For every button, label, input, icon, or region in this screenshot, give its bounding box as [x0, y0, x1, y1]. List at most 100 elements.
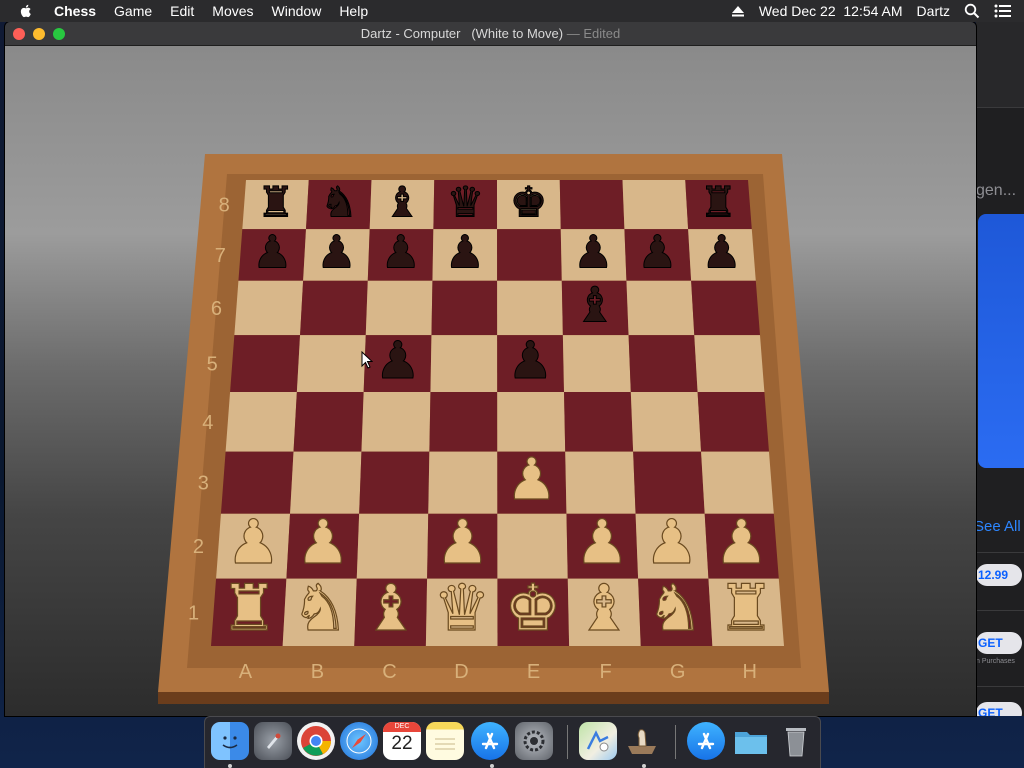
board-square-g4[interactable]: [630, 392, 702, 452]
launchpad-icon[interactable]: [254, 722, 292, 760]
black-bishop-c8[interactable]: ♝: [383, 177, 422, 227]
board-square-a4[interactable]: [225, 392, 297, 452]
chess-icon[interactable]: [623, 722, 661, 760]
board-square-d3[interactable]: [428, 451, 498, 514]
chess-scene: 87654321ABCDEFGH ♜ ♞ ♝ ♛ ♚ ♜ ♟ ♟ ♟ ♟ ♟ ♟ ♟ ♝ ♟ ♟ ♟ ♟ ♟ ♟ ♟ ♟ ♟…: [5, 46, 976, 716]
rank-label: 8: [219, 195, 230, 217]
black-pawn-f7[interactable]: ♟: [573, 225, 614, 279]
board-square-d4[interactable]: [429, 392, 498, 452]
menu-chess[interactable]: Chess: [54, 3, 96, 19]
board-square-d6[interactable]: [431, 280, 498, 336]
board-square-e4[interactable]: [497, 392, 566, 452]
board-square-b5[interactable]: [296, 335, 366, 393]
white-pawn-a2[interactable]: ♟: [225, 508, 281, 579]
board-square-c3[interactable]: [359, 451, 430, 514]
chess-board[interactable]: 87654321A B C D E F G H ♜ ♞ ♝ ♛ ♚ ♜♟ ♟ ♟ ♟ ♟ ♟ ♟♝♟ ♟♟♟ ♟ ♟ ♟ ♟ ♟…: [5, 46, 976, 716]
chrome-icon[interactable]: [297, 722, 335, 760]
board-square-e7[interactable]: [497, 229, 562, 281]
black-king-e8[interactable]: ♚: [509, 177, 548, 227]
price-button[interactable]: 12.99: [976, 564, 1022, 586]
board-square-h3[interactable]: [701, 451, 774, 514]
white-bishop-f1[interactable]: ♝: [575, 572, 634, 647]
board-square-g3[interactable]: [633, 451, 705, 514]
board-square-b4[interactable]: [293, 392, 364, 452]
app-store-downloads-icon[interactable]: [687, 722, 725, 760]
board-square-g8[interactable]: [622, 180, 689, 230]
app-store-feature-card[interactable]: [978, 214, 1024, 468]
safari-icon[interactable]: [340, 722, 378, 760]
menu-edit[interactable]: Edit: [170, 3, 194, 19]
board-square-b3[interactable]: [290, 451, 362, 514]
system-preferences-icon[interactable]: [515, 722, 553, 760]
board-square-g5[interactable]: [628, 335, 698, 393]
black-queen-d8[interactable]: ♛: [446, 177, 485, 227]
board-square-h4[interactable]: [697, 392, 769, 452]
menubar-clock[interactable]: Wed Dec 22 12:54 AM: [759, 3, 903, 19]
black-pawn-g7[interactable]: ♟: [637, 225, 678, 279]
board-square-f4[interactable]: [564, 392, 634, 452]
calendar-icon[interactable]: DEC 22: [383, 722, 421, 760]
menu-game[interactable]: Game: [114, 3, 152, 19]
white-bishop-c1[interactable]: ♝: [362, 572, 421, 647]
white-pawn-h2[interactable]: ♟: [714, 508, 770, 579]
eject-icon[interactable]: [731, 5, 745, 17]
black-pawn-a7[interactable]: ♟: [252, 225, 293, 279]
black-rook-a8[interactable]: ♜: [256, 177, 295, 227]
white-pawn-e3[interactable]: ♟: [505, 444, 558, 513]
board-square-c2[interactable]: [356, 513, 429, 579]
notification-center-icon[interactable]: [994, 4, 1012, 18]
board-square-e6[interactable]: [497, 280, 563, 336]
file-label: E: [527, 661, 540, 683]
title-bar[interactable]: Dartz - Computer (White to Move) — Edite…: [5, 22, 976, 46]
black-rook-h8[interactable]: ♜: [699, 177, 738, 227]
board-square-f8[interactable]: [559, 180, 625, 230]
board-square-c6[interactable]: [365, 280, 433, 336]
white-knight-b1[interactable]: ♞: [291, 572, 350, 647]
board-square-h5[interactable]: [694, 335, 765, 393]
board-frame-side: [158, 692, 829, 704]
board-square-f3[interactable]: [565, 451, 636, 514]
white-knight-g1[interactable]: ♞: [646, 572, 705, 647]
white-pawn-f2[interactable]: ♟: [574, 508, 630, 579]
maps-icon[interactable]: [579, 722, 617, 760]
finder-icon[interactable]: [211, 722, 249, 760]
black-knight-b8[interactable]: ♞: [320, 177, 359, 227]
menu-window[interactable]: Window: [272, 3, 322, 19]
white-king-e1[interactable]: ♚: [504, 572, 563, 647]
black-pawn-e5[interactable]: ♟: [507, 330, 554, 391]
menubar-user[interactable]: Dartz: [917, 3, 950, 19]
app-store-icon[interactable]: [471, 722, 509, 760]
black-pawn-c7[interactable]: ♟: [380, 225, 421, 279]
black-bishop-f6[interactable]: ♝: [573, 277, 617, 334]
board-square-h6[interactable]: [691, 280, 760, 336]
board-square-g6[interactable]: [626, 280, 695, 336]
board-square-e2[interactable]: [497, 513, 568, 579]
white-pawn-g2[interactable]: ♟: [644, 508, 700, 579]
white-queen-d1[interactable]: ♛: [433, 572, 492, 647]
white-pawn-b2[interactable]: ♟: [295, 508, 351, 579]
menu-moves[interactable]: Moves: [212, 3, 253, 19]
notes-icon[interactable]: [426, 722, 464, 760]
black-pawn-c5[interactable]: ♟: [374, 330, 421, 391]
get-button[interactable]: GET: [976, 702, 1022, 716]
board-square-c4[interactable]: [361, 392, 431, 452]
see-all-link[interactable]: See All: [976, 518, 1021, 535]
menu-help[interactable]: Help: [339, 3, 368, 19]
get-button[interactable]: GET: [976, 632, 1022, 654]
board-square-a5[interactable]: [230, 335, 301, 393]
board-square-d5[interactable]: [430, 335, 498, 393]
white-rook-h1[interactable]: ♜: [717, 572, 776, 647]
board-square-a3[interactable]: [220, 451, 294, 514]
black-pawn-h7[interactable]: ♟: [701, 225, 742, 279]
spotlight-search-icon[interactable]: [964, 3, 980, 19]
folder-icon[interactable]: [732, 722, 770, 760]
white-rook-a1[interactable]: ♜: [220, 572, 279, 647]
board-square-f5[interactable]: [562, 335, 631, 393]
white-pawn-d2[interactable]: ♟: [435, 508, 491, 579]
board-square-b6[interactable]: [300, 280, 368, 336]
black-pawn-b7[interactable]: ♟: [316, 225, 357, 279]
trash-icon[interactable]: [777, 722, 815, 760]
board-square-a6[interactable]: [234, 280, 304, 336]
black-pawn-d7[interactable]: ♟: [444, 225, 485, 279]
apple-icon[interactable]: [18, 3, 34, 19]
